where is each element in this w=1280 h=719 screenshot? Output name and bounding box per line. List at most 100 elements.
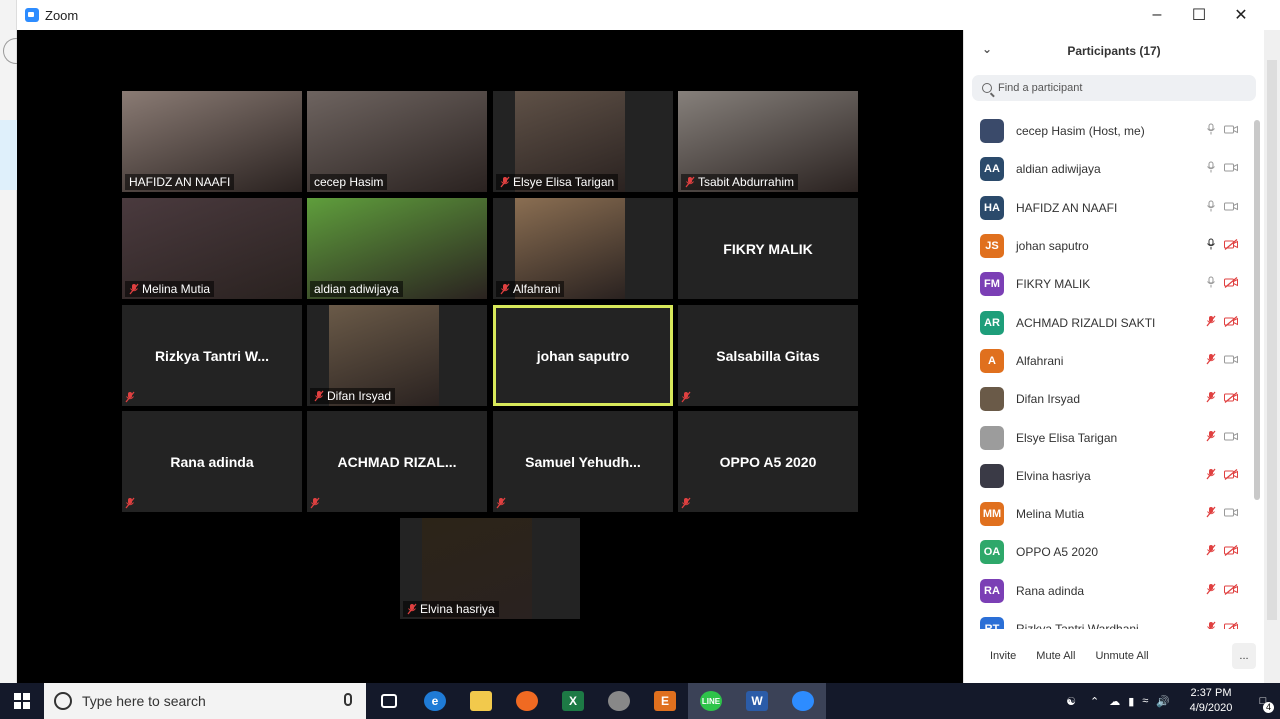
participant-row[interactable]: RA Rana adinda <box>964 572 1256 610</box>
participant-row[interactable]: RT Rizkya Tantri Wardhani <box>964 610 1256 629</box>
participant-row[interactable]: AA aldian adiwijaya <box>964 150 1256 188</box>
camera-off-icon[interactable] <box>1224 467 1238 485</box>
microphone-icon[interactable] <box>1206 199 1216 217</box>
video-tile[interactable]: aldian adiwijaya <box>307 198 487 299</box>
participant-row[interactable]: A Alfahrani <box>964 342 1256 380</box>
participant-row[interactable]: Elvina hasriya <box>964 457 1256 495</box>
participant-row[interactable]: Difan Irsyad <box>964 380 1256 418</box>
file-explorer-app[interactable] <box>458 683 504 719</box>
tile-name: FIKRY MALIK <box>723 240 813 257</box>
participant-row[interactable]: FM FIKRY MALIK <box>964 265 1256 303</box>
camera-off-icon[interactable] <box>1224 582 1238 600</box>
more-button[interactable]: ... <box>1232 643 1256 669</box>
microphone-icon[interactable] <box>1206 160 1216 178</box>
mic-muted-icon[interactable] <box>1206 352 1216 370</box>
participant-name: Elsye Elisa Tarigan <box>1016 430 1118 445</box>
microphone-icon[interactable] <box>1206 122 1216 140</box>
avatar: AR <box>980 310 1004 335</box>
mic-muted-icon[interactable] <box>1206 505 1216 523</box>
invite-button[interactable]: Invite <box>984 643 1023 669</box>
video-tile[interactable]: Alfahrani <box>493 198 673 299</box>
show-hidden-icons-chevron-icon[interactable]: ⌃ <box>1090 695 1099 708</box>
collapse-chevron-icon[interactable]: ⌄ <box>982 42 992 56</box>
participant-row[interactable]: AR ACHMAD RIZALDI SAKTI <box>964 303 1256 341</box>
wifi-icon[interactable]: ≈ <box>1142 695 1148 707</box>
background-window <box>0 0 17 683</box>
participant-list-scrollbar[interactable] <box>1254 120 1260 500</box>
video-tile[interactable]: Tsabit Abdurrahim <box>678 91 858 192</box>
participant-name: aldian adiwijaya <box>1016 162 1101 177</box>
video-tile[interactable]: OPPO A5 2020 <box>678 411 858 512</box>
people-icon[interactable]: ☯ <box>1066 695 1076 708</box>
camera-icon[interactable] <box>1224 429 1238 447</box>
back-button[interactable] <box>3 38 17 64</box>
participant-row[interactable]: cecep Hasim (Host, me) <box>964 112 1256 150</box>
mic-muted-icon[interactable] <box>1206 429 1216 447</box>
video-tile[interactable]: cecep Hasim <box>307 91 487 192</box>
participant-row[interactable]: OA OPPO A5 2020 <box>964 533 1256 571</box>
mute-all-button[interactable]: Mute All <box>1030 643 1082 669</box>
word-app[interactable]: W <box>734 683 780 719</box>
tile-name-label: Alfahrani <box>496 281 565 297</box>
video-tile[interactable]: Samuel Yehudh... <box>493 411 673 512</box>
video-tile[interactable]: ACHMAD RIZAL... <box>307 411 487 512</box>
minimize-button[interactable]: – <box>1135 0 1179 30</box>
mic-muted-icon[interactable] <box>1206 620 1216 629</box>
microphone-icon[interactable] <box>344 693 352 706</box>
participant-name: ACHMAD RIZALDI SAKTI <box>1016 315 1156 330</box>
video-tile[interactable]: FIKRY MALIK <box>678 198 858 299</box>
participant-row[interactable]: MM Melina Mutia <box>964 495 1256 533</box>
firefox-app[interactable] <box>504 683 550 719</box>
taskbar-search-input[interactable]: Type here to search <box>44 683 366 719</box>
camera-icon[interactable] <box>1224 160 1238 178</box>
participant-row[interactable]: HA HAFIDZ AN NAAFI <box>964 189 1256 227</box>
line-app[interactable]: LINE <box>688 683 734 719</box>
camera-off-icon[interactable] <box>1224 390 1238 408</box>
start-button[interactable] <box>0 683 44 719</box>
clock[interactable]: 2:37 PM 4/9/2020 <box>1176 686 1246 716</box>
camera-off-icon[interactable] <box>1224 275 1238 293</box>
battery-icon[interactable]: ▮ <box>1128 695 1134 708</box>
mic-muted-icon[interactable] <box>1206 467 1216 485</box>
participant-search-input[interactable]: Find a participant <box>972 75 1256 101</box>
onedrive-icon[interactable]: ☁ <box>1109 695 1120 708</box>
edge-app[interactable]: e <box>412 683 458 719</box>
excel-app[interactable]: X <box>550 683 596 719</box>
video-tile[interactable]: Salsabilla Gitas <box>678 305 858 406</box>
task-view-button[interactable] <box>366 683 412 719</box>
notification-center-button[interactable]: □ 4 <box>1246 683 1280 719</box>
camera-off-icon[interactable] <box>1224 543 1238 561</box>
video-tile[interactable]: Melina Mutia <box>122 198 302 299</box>
camera-off-icon[interactable] <box>1224 620 1238 629</box>
camera-icon[interactable] <box>1224 352 1238 370</box>
camera-off-icon[interactable] <box>1224 314 1238 332</box>
camera-icon[interactable] <box>1224 122 1238 140</box>
microphone-icon[interactable] <box>1206 275 1216 293</box>
maximize-button[interactable]: ☐ <box>1177 0 1221 30</box>
mic-muted-icon <box>407 603 417 615</box>
camera-icon[interactable] <box>1224 199 1238 217</box>
participant-row[interactable]: Elsye Elisa Tarigan <box>964 418 1256 456</box>
zoom-app[interactable] <box>780 683 826 719</box>
close-button[interactable]: ✕ <box>1219 0 1263 30</box>
video-tile[interactable]: johan saputro <box>493 305 673 406</box>
media-player-app[interactable] <box>596 683 642 719</box>
participant-row[interactable]: JS johan saputro <box>964 227 1256 265</box>
mic-muted-icon[interactable] <box>1206 314 1216 332</box>
mic-muted-icon[interactable] <box>1206 543 1216 561</box>
title-bar: Zoom <box>17 0 1280 30</box>
video-tile[interactable]: Difan Irsyad <box>307 305 487 406</box>
video-tile[interactable]: Elvina hasriya <box>400 518 580 619</box>
unmute-all-button[interactable]: Unmute All <box>1089 643 1155 669</box>
microphone-icon[interactable] <box>1206 237 1216 255</box>
video-tile[interactable]: Rana adinda <box>122 411 302 512</box>
video-tile[interactable]: Elsye Elisa Tarigan <box>493 91 673 192</box>
volume-icon[interactable]: 🔊 <box>1156 695 1170 708</box>
mic-muted-icon[interactable] <box>1206 582 1216 600</box>
video-tile[interactable]: HAFIDZ AN NAAFI <box>122 91 302 192</box>
camera-off-icon[interactable] <box>1224 237 1238 255</box>
mic-muted-icon[interactable] <box>1206 390 1216 408</box>
e-app[interactable]: E <box>642 683 688 719</box>
video-tile[interactable]: Rizkya Tantri W... <box>122 305 302 406</box>
camera-icon[interactable] <box>1224 505 1238 523</box>
